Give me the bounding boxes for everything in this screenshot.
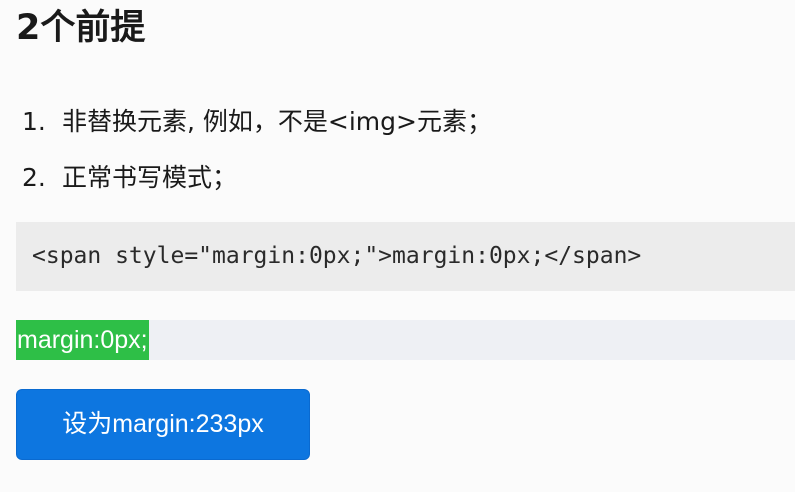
list-item-number: 2. (22, 163, 46, 192)
list-item: 1. 非替换元素, 例如，不是<img>元素； (22, 100, 492, 156)
list-item-number: 1. (22, 107, 46, 136)
page-title: 2个前提 (16, 8, 146, 48)
demo-container: margin:0px; (16, 320, 795, 360)
list-item-text: 正常书写模式； (62, 163, 238, 192)
list-item-text: 非替换元素, 例如，不是<img>元素； (62, 107, 492, 136)
set-margin-button[interactable]: 设为margin:233px (16, 389, 310, 460)
demo-span: margin:0px; (16, 320, 149, 360)
code-block: <span style="margin:0px;">margin:0px;</s… (16, 222, 795, 291)
page: 2个前提 1. 非替换元素, 例如，不是<img>元素； 2. 正常书写模式； <s… (0, 0, 795, 492)
premise-list: 1. 非替换元素, 例如，不是<img>元素； 2. 正常书写模式； (22, 100, 492, 212)
list-item: 2. 正常书写模式； (22, 156, 492, 212)
